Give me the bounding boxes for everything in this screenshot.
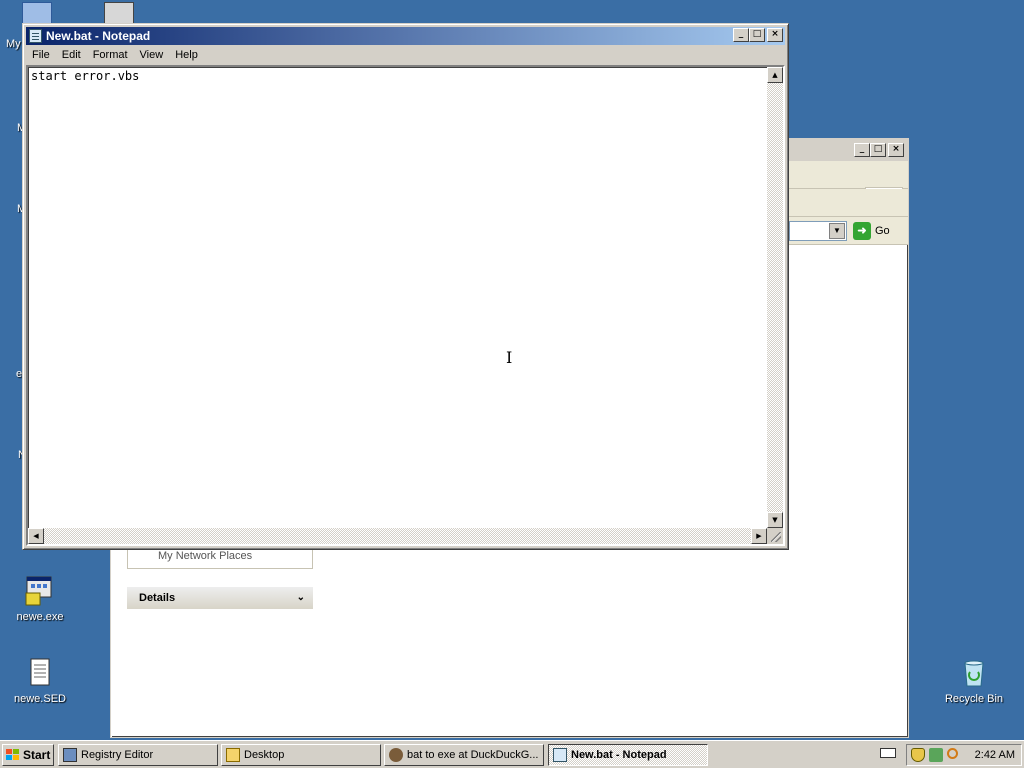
registry-editor-icon [63,748,77,762]
recycle-bin-icon [964,660,984,687]
scroll-up-button[interactable]: ▲ [767,67,783,83]
start-button[interactable]: Start [2,744,54,766]
my-computer-icon[interactable] [22,2,52,24]
address-input[interactable]: ▼ [789,221,847,241]
go-arrow-icon: ➜ [853,222,871,241]
exe-icon [25,576,52,606]
desktop-icon-newe-sed[interactable]: newe.SED [0,657,80,705]
taskbar-browser[interactable]: bat to exe at DuckDuckG... [384,744,544,766]
menu-file[interactable]: File [26,49,56,61]
resize-grip[interactable] [767,528,783,544]
desktop-icon-newe-exe[interactable]: newe.exe [0,575,80,623]
taskbar-desktop[interactable]: Desktop [221,744,381,766]
address-dropdown-button[interactable]: ▼ [829,223,845,239]
task-label: Registry Editor [81,749,154,761]
menu-view[interactable]: View [134,49,170,61]
explorer-caption-buttons: _ □ × [852,143,904,157]
search-icon[interactable] [947,748,958,759]
task-label: bat to exe at DuckDuckG... [407,749,539,761]
window-title: New.bat - Notepad [46,29,151,43]
menu-edit[interactable]: Edit [56,49,87,61]
notepad-icon [29,29,42,43]
text-file-icon [30,658,50,686]
security-shield-icon[interactable] [911,748,925,762]
network-places-link[interactable]: My Network Places [127,549,313,569]
notepad-window[interactable]: New.bat - Notepad _ □ × File Edit Format… [22,23,789,550]
taskbar-notepad[interactable]: New.bat - Notepad [548,744,708,766]
folder-icon [226,748,240,762]
browser-icon [389,748,403,762]
go-label: Go [875,225,890,237]
close-button[interactable]: × [888,143,904,157]
maximize-button[interactable]: □ [870,143,886,157]
desktop-icon-label: newe.SED [14,693,66,705]
minimize-button[interactable]: _ [733,28,749,42]
scroll-right-button[interactable]: ▶ [751,528,767,544]
go-button[interactable]: ➜ Go [853,221,903,241]
chevron-down-icon[interactable]: ⌄ [297,587,305,609]
ibeam-cursor-icon: I [506,348,513,367]
details-label: Details [139,592,176,604]
close-button[interactable]: × [767,28,783,42]
notepad-content[interactable]: start error.vbs [31,69,139,83]
vertical-scrollbar[interactable]: ▲ ▼ [767,67,783,528]
scroll-left-button[interactable]: ◀ [28,528,44,544]
desktop-label-my: My [6,38,21,50]
taskbar: Start Registry Editor Desktop bat to exe… [0,740,1024,768]
start-label: Start [23,748,51,762]
program-icon[interactable] [104,2,134,24]
notepad-caption-buttons: _ □ × [731,28,783,42]
menu-format[interactable]: Format [87,49,134,61]
desktop-icon-label: Recycle Bin [944,693,1004,705]
horizontal-scrollbar[interactable]: ◀ ▶ [28,528,767,544]
notepad-icon [553,748,567,762]
desktop-icon-recycle-bin[interactable]: Recycle Bin [934,657,1014,705]
network-icon[interactable] [929,748,943,762]
taskbar-registry-editor[interactable]: Registry Editor [58,744,218,766]
desktop-icon-label: newe.exe [16,611,64,623]
notepad-text-area[interactable]: start error.vbs ▲ ▼ ◀ ▶ [26,65,785,546]
notepad-menubar: File Edit Format View Help [26,45,785,64]
notepad-titlebar[interactable]: New.bat - Notepad _ □ × [26,27,785,45]
maximize-button[interactable]: □ [749,28,765,42]
task-label: New.bat - Notepad [571,749,667,761]
menu-help[interactable]: Help [169,49,204,61]
clock[interactable]: 2:42 AM [975,745,1015,765]
minimize-button[interactable]: _ [854,143,870,157]
system-tray: 2:42 AM [906,744,1022,766]
task-label: Desktop [244,749,285,761]
details-panel-header[interactable]: Details ⌄ [127,587,313,609]
keyboard-icon[interactable] [880,748,896,758]
scroll-down-button[interactable]: ▼ [767,512,783,528]
windows-flag-icon [6,749,20,761]
network-places-label: My Network Places [158,550,253,562]
